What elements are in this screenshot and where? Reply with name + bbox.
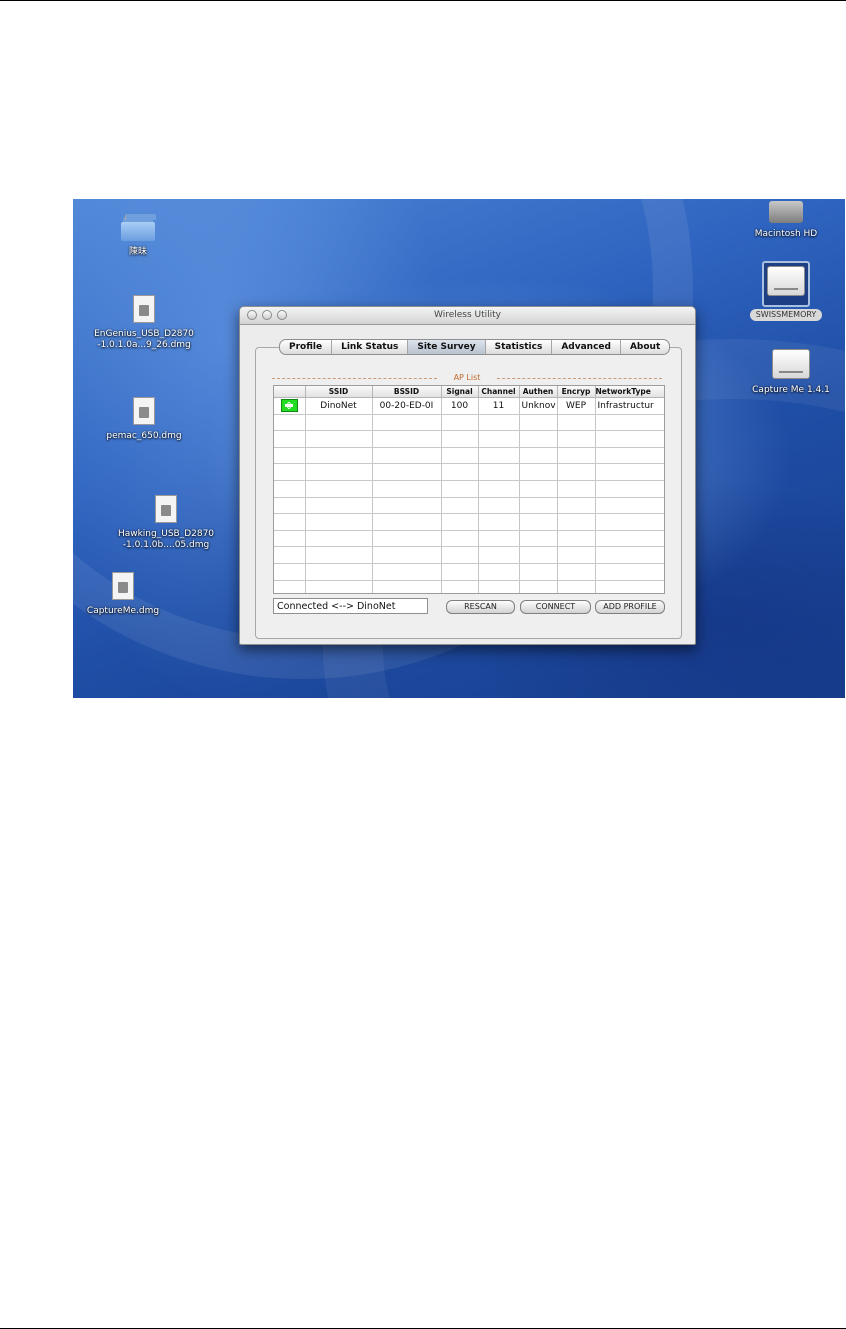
desktop-file-hawking[interactable]: Hawking_USB_D2870 -1.0.1.0b....05.dmg <box>101 495 231 551</box>
column-header-networktype[interactable]: NetworkType <box>595 386 664 398</box>
empty-row[interactable] <box>274 530 664 548</box>
empty-row[interactable] <box>274 513 664 531</box>
empty-row[interactable] <box>274 430 664 448</box>
wireless-utility-window: Wireless Utility Profile Link Status Sit… <box>239 306 696 645</box>
tab-site-survey[interactable]: Site Survey <box>407 340 485 354</box>
removable-drive-icon <box>772 349 810 379</box>
title-bar[interactable]: Wireless Utility <box>240 307 695 325</box>
ap-list-heading: AP List <box>270 373 664 384</box>
tab-profile[interactable]: Profile <box>280 340 331 354</box>
folder-icon <box>121 213 156 241</box>
removable-drive-icon <box>767 266 805 296</box>
desktop-folder[interactable]: 陳昧 <box>118 213 158 258</box>
connect-button[interactable]: CONNECT <box>520 600 591 614</box>
hard-drive-icon <box>769 201 803 223</box>
rescan-button[interactable]: RESCAN <box>446 600 515 614</box>
column-header-channel[interactable]: Channel <box>478 386 520 398</box>
file-label-line2: -1.0.1.0b....05.dmg <box>122 540 210 550</box>
connected-signal-icon <box>280 399 298 413</box>
empty-row[interactable] <box>274 546 664 564</box>
disk-image-icon <box>112 572 134 600</box>
signal-status-cell <box>274 397 306 415</box>
add-profile-button[interactable]: ADD PROFILE <box>595 600 665 614</box>
tab-bar: Profile Link Status Site Survey Statisti… <box>279 339 671 355</box>
empty-row[interactable] <box>274 480 664 498</box>
cell-ssid: DinoNet <box>305 397 373 415</box>
window-title: Wireless Utility <box>434 310 501 320</box>
desktop-file-engenius[interactable]: EnGenius_USB_D2870 -1.0.1.0a...9_26.dmg <box>79 295 209 351</box>
file-label-line1: Hawking_USB_D2870 <box>117 529 215 539</box>
drive-label: Capture Me 1.4.1 <box>752 385 830 395</box>
empty-row[interactable] <box>274 463 664 481</box>
ap-list-title: AP List <box>450 373 484 382</box>
file-label-line2: -1.0.1.0a...9_26.dmg <box>97 340 191 350</box>
tab-advanced[interactable]: Advanced <box>551 340 620 354</box>
column-header-signal[interactable]: Signal <box>441 386 479 398</box>
page-top-rule <box>0 0 846 1</box>
tab-link-status[interactable]: Link Status <box>331 340 407 354</box>
empty-row[interactable] <box>274 497 664 515</box>
desktop-screenshot: 陳昧 EnGenius_USB_D2870 -1.0.1.0a...9_26.d… <box>73 199 845 698</box>
desktop-drive-capture-me[interactable]: Capture Me 1.4.1 <box>739 349 843 396</box>
table-row[interactable]: DinoNet 00-20-ED-0I 100 11 Unknov WEP In… <box>274 397 664 415</box>
desktop-folder-label: 陳昧 <box>128 247 147 257</box>
column-header-bssid[interactable]: BSSID <box>372 386 442 398</box>
drive-label: Macintosh HD <box>754 229 818 239</box>
tab-about[interactable]: About <box>619 340 669 354</box>
empty-row[interactable] <box>274 447 664 465</box>
column-header-ssid[interactable]: SSID <box>305 386 373 398</box>
connection-status-field: Connected <--> DinoNet <box>273 598 428 614</box>
desktop-file-captureme[interactable]: CaptureMe.dmg <box>75 572 171 617</box>
empty-row[interactable] <box>274 580 664 593</box>
column-header-icon[interactable] <box>274 386 306 398</box>
cell-signal: 100 <box>441 397 479 415</box>
empty-row[interactable] <box>274 563 664 581</box>
cell-network-type: Infrastructur <box>595 397 664 415</box>
table-header-row: SSID BSSID Signal Channel Authen Encryp … <box>274 386 664 398</box>
tab-statistics[interactable]: Statistics <box>484 340 552 354</box>
disk-image-icon <box>133 295 155 323</box>
site-survey-panel: AP List SSID BSSID Signal Channel Authen… <box>255 347 682 639</box>
column-header-encryp[interactable]: Encryp <box>557 386 596 398</box>
ap-list-table[interactable]: SSID BSSID Signal Channel Authen Encryp … <box>273 385 665 594</box>
desktop-file-pemac[interactable]: pemac_650.dmg <box>101 397 187 442</box>
drive-label: SWISSMEMORY <box>749 309 823 321</box>
file-label: CaptureMe.dmg <box>86 606 160 616</box>
desktop-drive-macintosh-hd[interactable]: Macintosh HD <box>741 201 831 240</box>
disk-image-icon <box>133 397 155 425</box>
selection-frame <box>762 261 810 307</box>
column-header-authen[interactable]: Authen <box>519 386 558 398</box>
cell-channel: 11 <box>478 397 520 415</box>
file-label: pemac_650.dmg <box>106 431 182 441</box>
cell-authen: Unknov <box>519 397 558 415</box>
disk-image-icon <box>155 495 177 523</box>
desktop-drive-swissmemory[interactable]: SWISSMEMORY <box>739 261 833 321</box>
empty-row[interactable] <box>274 414 664 432</box>
file-label-line1: EnGenius_USB_D2870 <box>94 329 194 339</box>
cell-encryp: WEP <box>557 397 596 415</box>
cell-bssid: 00-20-ED-0I <box>372 397 442 415</box>
